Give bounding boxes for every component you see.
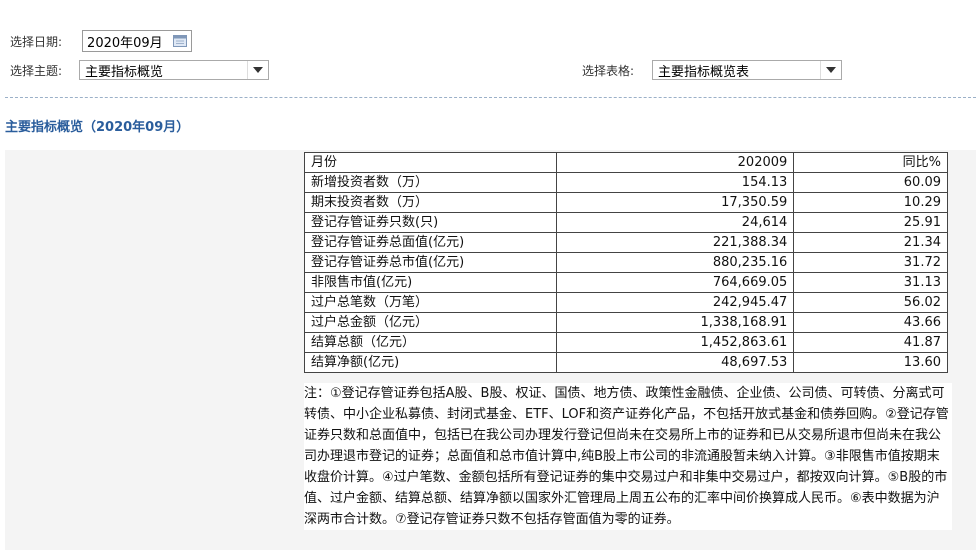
table-header-row: 月份 202009 同比%: [304, 152, 948, 173]
table-row: 登记存管证券总市值(亿元) 880,235.16 31.72: [304, 252, 948, 273]
header-month: 月份: [304, 152, 557, 173]
theme-filter-row: 选择主题: 主要指标概览: [10, 60, 270, 80]
date-value: 2020年09月: [87, 35, 163, 51]
period-value-cell: 880,235.16: [555, 252, 795, 273]
table-select[interactable]: 主要指标概览表: [652, 60, 843, 80]
period-value-cell: 24,614: [555, 212, 795, 233]
indicator-name-cell: 期末投资者数（万）: [304, 192, 557, 213]
yoy-value-cell: 31.72: [793, 252, 948, 273]
indicator-table: 月份 202009 同比% 新增投资者数（万） 154.13 60.09 期末投资者数…: [304, 152, 948, 373]
yoy-value-cell: 10.29: [793, 192, 948, 213]
period-value-cell: 221,388.34: [555, 232, 795, 253]
period-value-cell: 154.13: [555, 172, 795, 193]
table-row: 非限售市值(亿元) 764,669.05 31.13: [304, 272, 948, 293]
yoy-value-cell: 56.02: [793, 292, 948, 313]
theme-select[interactable]: 主要指标概览: [79, 60, 270, 80]
table-row: 新增投资者数（万） 154.13 60.09: [304, 172, 948, 193]
date-label: 选择日期:: [10, 34, 63, 49]
theme-label: 选择主题:: [10, 63, 63, 78]
table-row: 登记存管证券总面值(亿元) 221,388.34 21.34: [304, 232, 948, 253]
yoy-value-cell: 43.66: [793, 312, 948, 333]
indicator-name-cell: 非限售市值(亿元): [304, 272, 557, 293]
indicator-name-cell: 登记存管证券只数(只): [304, 212, 557, 233]
period-value-cell: 242,945.47: [555, 292, 795, 313]
table-row: 结算总额（亿元） 1,452,863.61 41.87: [304, 332, 948, 353]
theme-select-value: 主要指标概览: [85, 64, 164, 80]
calendar-icon[interactable]: [173, 35, 188, 47]
table-row: 期末投资者数（万） 17,350.59 10.29: [304, 192, 948, 213]
indicator-name-cell: 结算净额(亿元): [304, 352, 557, 373]
section-title: 主要指标概览（2020年09月）: [5, 120, 190, 135]
table-row: 登记存管证券只数(只) 24,614 25.91: [304, 212, 948, 233]
date-filter-row: 选择日期: 2020年09月: [10, 30, 193, 52]
indicator-name-cell: 登记存管证券总面值(亿元): [304, 232, 557, 253]
table-row: 过户总金额（亿元） 1,338,168.91 43.66: [304, 312, 948, 333]
header-yoy: 同比%: [793, 152, 948, 173]
table-label: 选择表格:: [582, 63, 635, 78]
date-picker[interactable]: 2020年09月: [82, 30, 193, 52]
header-period: 202009: [555, 152, 795, 173]
period-value-cell: 48,697.53: [555, 352, 795, 373]
period-value-cell: 17,350.59: [555, 192, 795, 213]
period-value-cell: 1,338,168.91: [555, 312, 795, 333]
chevron-down-icon[interactable]: [247, 61, 268, 79]
section-divider: [5, 97, 976, 98]
indicator-name-cell: 结算总额（亿元）: [304, 332, 557, 353]
table-row: 结算净额(亿元) 48,697.53 13.60: [304, 352, 948, 373]
indicator-name-cell: 过户总笔数（万笔）: [304, 292, 557, 313]
yoy-value-cell: 60.09: [793, 172, 948, 193]
period-value-cell: 764,669.05: [555, 272, 795, 293]
table-footnote: 注：①登记存管证券包括A股、B股、权证、国债、地方债、政策性金融债、企业债、公司…: [304, 383, 952, 530]
yoy-value-cell: 41.87: [793, 332, 948, 353]
table-row: 过户总笔数（万笔） 242,945.47 56.02: [304, 292, 948, 313]
yoy-value-cell: 21.34: [793, 232, 948, 253]
period-value-cell: 1,452,863.61: [555, 332, 795, 353]
yoy-value-cell: 13.60: [793, 352, 948, 373]
table-select-value: 主要指标概览表: [658, 64, 750, 80]
table-filter-row: 选择表格: 主要指标概览表: [582, 60, 843, 80]
indicator-name-cell: 新增投资者数（万）: [304, 172, 557, 193]
chevron-down-icon[interactable]: [820, 61, 841, 79]
yoy-value-cell: 25.91: [793, 212, 948, 233]
indicator-name-cell: 登记存管证券总市值(亿元): [304, 252, 557, 273]
yoy-value-cell: 31.13: [793, 272, 948, 293]
indicator-name-cell: 过户总金额（亿元）: [304, 312, 557, 333]
